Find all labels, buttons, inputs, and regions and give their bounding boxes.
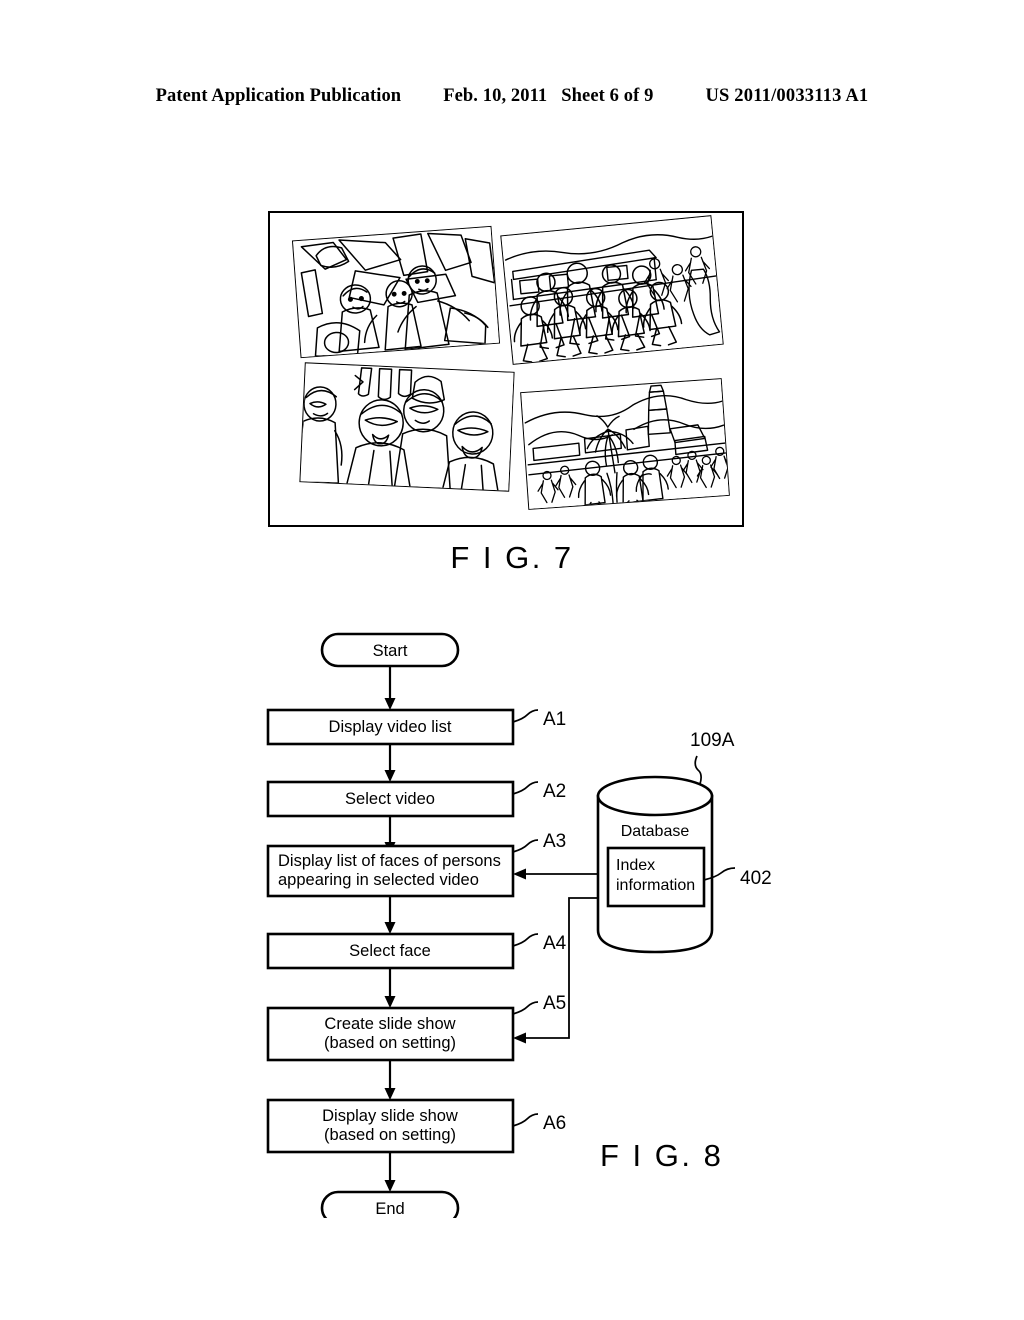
- flow-node-a5-label-line2: (based on setting): [324, 1034, 456, 1052]
- flow-node-a6: Display slide show (based on setting) A6: [266, 1098, 566, 1154]
- photo-art-top-left: [293, 226, 501, 359]
- figure-7: [268, 211, 744, 527]
- database-ref-109a: 109A: [690, 730, 735, 785]
- photo-frame-top-right: [500, 215, 724, 365]
- index-info-label-line2: information: [616, 877, 695, 894]
- photo-frame-top-left: [291, 225, 501, 359]
- flow-tag-a6: A6: [543, 1113, 566, 1134]
- figure-7-caption: F I G. 7: [450, 540, 574, 575]
- flow-node-a6-label-line1: Display slide show: [322, 1107, 458, 1125]
- index-info-ref-402: 402: [703, 867, 772, 889]
- connector-database-to-a3: [513, 868, 598, 880]
- flow-node-a4-label: Select face: [349, 942, 431, 960]
- flow-node-a3-label-line1: Display list of faces of persons: [278, 852, 501, 870]
- flow-tag-a5: A5: [543, 993, 566, 1014]
- flow-node-a3: Display list of faces of persons appeari…: [266, 831, 566, 898]
- header-publication-number: US 2011/0033113 A1: [705, 86, 869, 106]
- index-info-ref-402-label: 402: [740, 868, 772, 889]
- flow-node-a1: Display video list A1: [266, 708, 566, 746]
- figure-8: Start Display video list A1 Select video…: [0, 608, 1024, 1218]
- header-sheet-number: Sheet 6 of 9: [561, 86, 654, 106]
- photo-frame-bottom-left: [299, 362, 515, 492]
- database-cylinder: Database Index information: [596, 775, 714, 954]
- flow-node-end-label: End: [375, 1200, 404, 1218]
- photo-art-bottom-right: [521, 379, 730, 510]
- flow-node-start: Start: [320, 632, 460, 668]
- flow-node-a4: Select face A4: [266, 932, 567, 970]
- flow-tag-a1: A1: [543, 709, 566, 730]
- flow-node-a5: Create slide show (based on setting) A5: [266, 993, 566, 1062]
- flow-node-a2-label: Select video: [345, 790, 435, 808]
- index-info-label-line1: Index: [616, 857, 655, 874]
- flow-tag-a4: A4: [543, 933, 567, 954]
- flow-node-a6-label-line2: (based on setting): [324, 1126, 456, 1144]
- flow-node-start-label: Start: [373, 642, 408, 660]
- page-header: Patent Application Publication Feb. 10, …: [0, 86, 1024, 112]
- flow-tag-a2: A2: [543, 781, 566, 802]
- flow-node-a3-label-line2: appearing in selected video: [278, 871, 479, 889]
- flow-tag-a3: A3: [543, 831, 566, 852]
- flow-node-end: End: [320, 1190, 460, 1218]
- database-ref-109a-label: 109A: [690, 730, 735, 751]
- figure-8-caption: F I G. 8: [600, 1138, 724, 1173]
- photo-art-top-right: [501, 216, 724, 365]
- photo-frame-bottom-right: [520, 378, 730, 510]
- connector-database-to-a5: [513, 897, 598, 1044]
- photo-art-bottom-left: [300, 363, 515, 492]
- database-title: Database: [621, 823, 690, 840]
- flowchart-diagram: Start Display video list A1 Select video…: [266, 632, 772, 1218]
- header-date: Feb. 10, 2011: [443, 86, 548, 106]
- slide-show-screen-panel: [268, 211, 744, 527]
- flow-node-a1-label: Display video list: [329, 718, 452, 736]
- flow-node-a2: Select video A2: [266, 780, 566, 818]
- flow-node-a5-label-line1: Create slide show: [324, 1015, 455, 1033]
- header-publication-title: Patent Application Publication: [155, 86, 402, 106]
